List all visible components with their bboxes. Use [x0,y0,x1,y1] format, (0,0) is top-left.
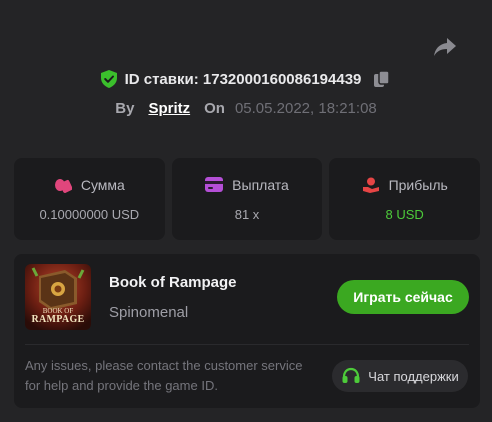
card-divider [25,344,469,345]
thumbnail-title: BOOK OF RAMPAGE [31,307,85,325]
stat-amount-header: Сумма [54,177,125,193]
stat-payout-label: Выплата [232,176,289,193]
share-button[interactable] [432,36,458,58]
wallet-icon [205,177,224,192]
stat-profit-value: 8 USD [385,206,424,222]
username-link[interactable]: Spritz [148,100,190,117]
headset-icon [342,367,360,383]
stats-panel: Сумма 0.10000000 USD Выплата 81 x Прибыл… [14,158,481,240]
stat-profit-label: Прибыль [388,176,448,193]
bet-id-row: ID ставки: 1732000160086194439 [0,66,492,92]
bet-id-text: ID ставки: 1732000160086194439 [124,70,362,88]
stat-payout: Выплата 81 x [171,158,323,240]
verified-shield-icon [100,70,117,88]
support-notice: Any issues, please contact the customer … [25,358,303,393]
game-title[interactable]: Book of Rampage [109,274,237,291]
profit-hand-icon [362,177,379,193]
bet-date: 05.05.2022, 18:21:08 [234,99,377,117]
stat-amount: Сумма 0.10000000 USD [14,158,165,240]
stat-payout-header: Выплата [205,177,289,193]
support-chat-label: Чат поддержки [368,368,459,384]
stat-payout-value: 81 x [234,206,260,222]
stat-amount-value: 0.10000000 USD [39,206,140,222]
stat-profit-header: Прибыль [362,177,448,193]
stat-profit: Прибыль 8 USD [329,158,481,240]
author-row: By Spritz On 05.05.2022, 18:21:08 [0,96,492,120]
game-thumbnail[interactable]: BOOK OF RAMPAGE [25,264,91,330]
by-label: By [115,99,135,117]
stat-amount-label: Сумма [80,176,125,193]
support-chat-button[interactable]: Чат поддержки [332,360,468,392]
share-icon [434,38,456,56]
copy-icon[interactable] [373,70,391,88]
game-card: BOOK OF RAMPAGE Book of Rampage Spinomen… [14,254,480,408]
on-label: On [204,99,225,117]
game-provider: Spinomenal [109,304,189,321]
play-now-button[interactable]: Играть сейчас [337,280,469,314]
chips-icon [54,178,72,193]
